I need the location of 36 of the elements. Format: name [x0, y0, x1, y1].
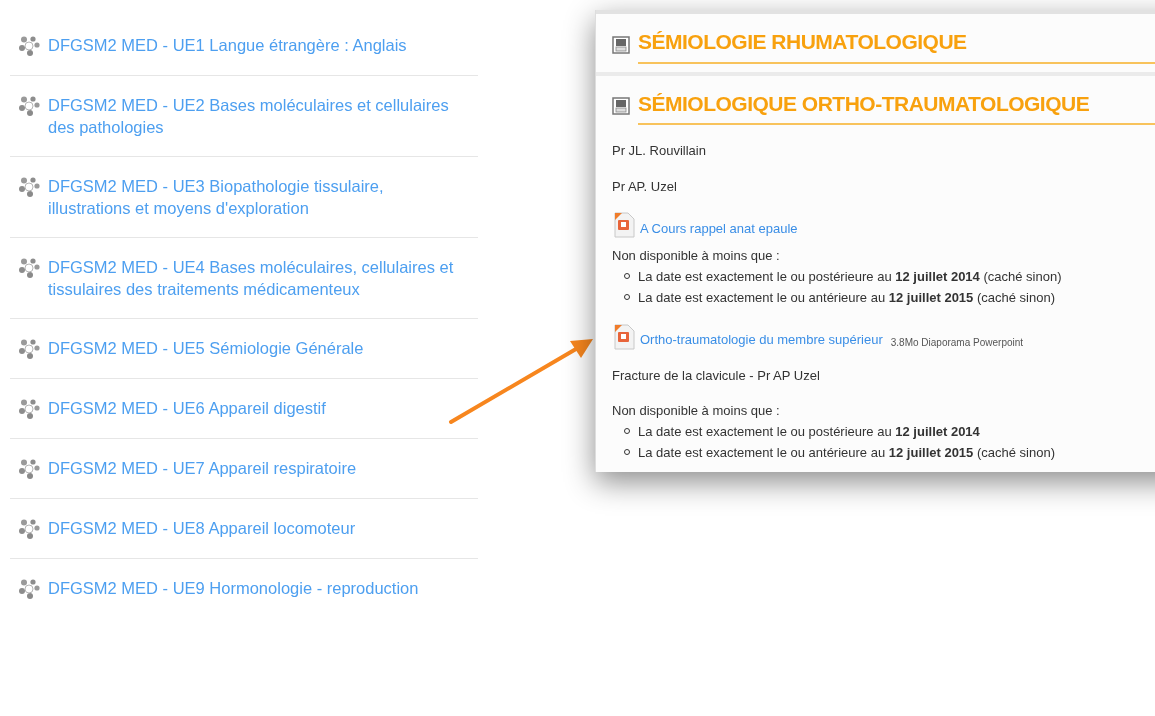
course-icon [18, 578, 40, 600]
content-text: Pr AP. Uzel [612, 177, 678, 196]
restriction-intro: Non disponible à moins que : [612, 402, 781, 420]
section-heading: SÉMIOLOGIQUE ORTHO-TRAUMATOLOGIQUE [638, 87, 1155, 125]
restriction-condition: La date est exactement le ou postérieure au 12 juillet 2014 (caché sinon) [638, 267, 1062, 286]
course-link[interactable]: DFGSM2 MED - UE6 Appareil digestif [48, 397, 326, 419]
content-text: Fracture de la clavicule - Pr AP Uzel [612, 366, 821, 385]
restriction-condition: La date est exactement le ou antérieure au 12 juillet 2015 (caché sinon) [638, 288, 1055, 307]
course-link[interactable]: DFGSM2 MED - UE1 Langue étrangère : Anglais [48, 34, 407, 56]
course-icon [18, 35, 40, 57]
restriction-intro: Non disponible à moins que : [612, 247, 781, 265]
slideshow-file-icon [612, 212, 636, 238]
course-icon [18, 398, 40, 420]
resource-details: 3.8Mo Diaporama Powerpoint [890, 335, 1024, 350]
course-link[interactable]: DFGSM2 MED - UE7 Appareil respiratoire [48, 457, 357, 479]
section-icon [612, 97, 630, 116]
section-heading: SÉMIOLOGIE RHUMATOLOGIQUE [638, 26, 1155, 64]
content-text: Pr JL. Rouvillain [612, 142, 707, 160]
course-icon [18, 518, 40, 540]
course-icon [18, 257, 40, 279]
course-link[interactable]: DFGSM2 MED - UE8 Appareil locomoteur [48, 517, 356, 539]
course-link[interactable]: DFGSM2 MED - UE2 Bases moléculaires et cellulaires des pathologies [48, 94, 470, 138]
course-link[interactable]: DFGSM2 MED - UE9 Hormonologie - reproduction [48, 577, 419, 599]
course-link[interactable]: DFGSM2 MED - UE3 Biopathologie tissulaire, illustrations et moyens d'exploration [48, 175, 470, 219]
restriction-condition: La date est exactement le ou antérieure au 12 juillet 2015 (caché sinon) [638, 443, 1055, 462]
course-link[interactable]: DFGSM2 MED - UE4 Bases moléculaires, cellulaires et tissulaires des traitements médicamenteux [48, 256, 470, 300]
resource-link[interactable]: Ortho-traumatologie du membre supérieur [640, 330, 883, 350]
course-icon [18, 458, 40, 480]
course-icon [18, 338, 40, 360]
slideshow-file-icon [612, 323, 636, 350]
section-icon [612, 35, 630, 54]
course-icon [18, 176, 40, 198]
course-link[interactable]: DFGSM2 MED - UE5 Sémiologie Générale [48, 337, 364, 359]
restriction-condition: La date est exactement le ou postérieure au 12 juillet 2014 [638, 422, 980, 441]
course-icon [18, 95, 40, 117]
resource-link[interactable]: A Cours rappel anat epaule [640, 218, 798, 238]
